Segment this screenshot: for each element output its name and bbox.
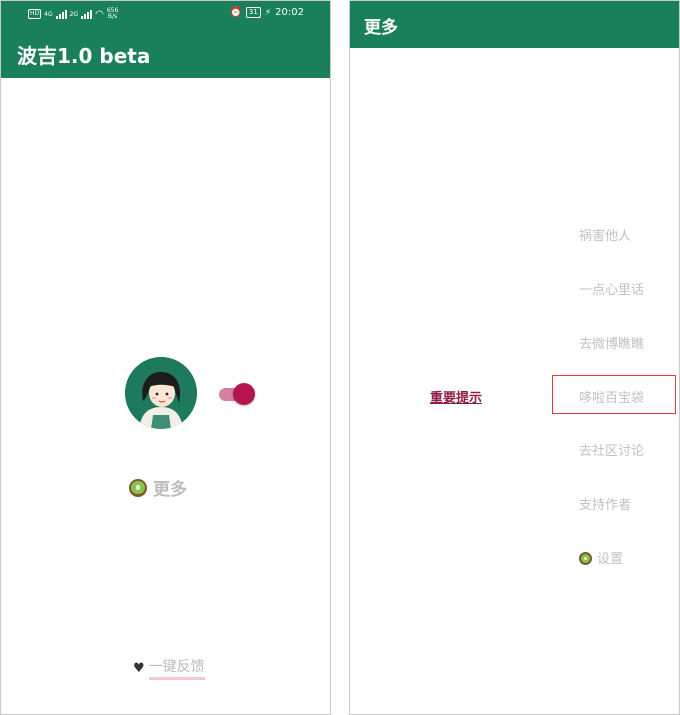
wifi-icon: ◠ (95, 8, 104, 20)
more-button[interactable]: 更多 (129, 475, 187, 500)
highlight-box (552, 375, 676, 414)
clock: 20:02 (275, 7, 304, 18)
girl-avatar-icon (125, 357, 197, 429)
menu-item-label: 支持作者 (579, 498, 632, 513)
alarm-clock-icon: ⏰ (229, 7, 242, 18)
menu-item-community[interactable]: 去社区讨论 (579, 440, 644, 459)
menu-item-label: 去微博瞧瞧 (579, 337, 645, 352)
signal-icon-2 (81, 9, 93, 19)
menu-item-harm-others[interactable]: 祸害他人 (579, 225, 631, 244)
mode-toggle[interactable] (219, 382, 257, 406)
battery-icon: 31 (245, 7, 261, 18)
app-bar: 波吉1.0 beta (1, 27, 330, 78)
speed-unit: B/s (107, 13, 118, 20)
app-title: 波吉1.0 beta (17, 44, 151, 68)
kiwi-icon (579, 552, 592, 565)
heart-icon: ♥ (133, 660, 145, 676)
menu-item-settings[interactable]: 设置 (579, 548, 623, 567)
sim1-label: 4G (44, 10, 53, 18)
status-left-group: HD 4G 2G ◠ 656 B/s (28, 8, 118, 20)
sim2-label: 2G (69, 10, 79, 18)
menu-item-heart-words[interactable]: 一点心里话 (579, 279, 644, 298)
kiwi-icon (129, 478, 147, 497)
more-menu: 祸害他人 一点心里话 去微博瞧瞧 哆啦百宝袋 去社区讨论 支持作者 设置 (579, 1, 679, 714)
menu-item-label: 一点心里话 (579, 283, 645, 298)
more-page-title: 更多 (364, 18, 398, 38)
main-screen: HD 4G 2G ◠ 656 B/s ⏰ 31 ⚡ 20:02 波吉1.0 be… (0, 0, 331, 715)
menu-item-support-author[interactable]: 支持作者 (579, 494, 631, 513)
feedback-link[interactable]: ♥ 一键反馈 (133, 656, 205, 680)
menu-item-label: 祸害他人 (579, 229, 632, 244)
network-speed: 656 B/s (107, 8, 118, 20)
signal-icon (55, 9, 67, 19)
menu-item-label: 去社区讨论 (579, 444, 645, 459)
more-screen: 更多 重要提示 祸害他人 一点心里话 去微博瞧瞧 哆啦百宝袋 去社区讨论 支持作… (349, 0, 680, 715)
important-notice-link[interactable]: 重要提示 (430, 387, 482, 406)
charging-icon: ⚡ (264, 7, 272, 18)
menu-item-weibo[interactable]: 去微博瞧瞧 (579, 333, 644, 352)
status-bar: HD 4G 2G ◠ 656 B/s ⏰ 31 ⚡ 20:02 (1, 1, 330, 27)
network-badge: HD (28, 9, 42, 19)
battery-level: 31 (248, 8, 258, 16)
status-right-group: ⏰ 31 ⚡ 20:02 (229, 7, 304, 18)
menu-item-label: 设置 (597, 552, 624, 567)
feedback-label: 一键反馈 (148, 656, 205, 680)
avatar[interactable] (125, 357, 197, 429)
more-label: 更多 (153, 480, 187, 500)
toggle-thumb (233, 383, 255, 405)
